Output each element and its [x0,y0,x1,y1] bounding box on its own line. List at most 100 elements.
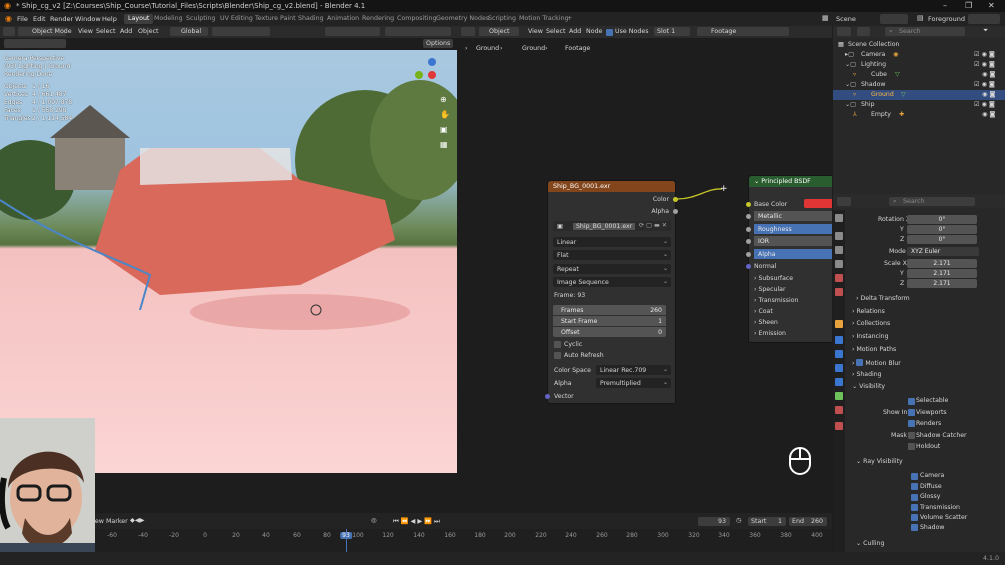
holdout-checkbox[interactable] [908,443,915,450]
menu-file[interactable]: File [17,15,28,23]
record-icon[interactable]: ◎ [371,517,377,524]
alpha-field[interactable]: Alpha [754,249,832,259]
ior-field[interactable]: IOR [754,236,832,246]
rotation-z-field[interactable]: 0° [907,235,977,244]
base-color-swatch[interactable] [804,199,832,208]
maximize-icon[interactable]: ❐ [965,1,972,10]
projection-dropdown[interactable]: Flat ⌄ [553,250,671,260]
viewports-checkbox[interactable] [908,409,915,416]
node-menu-node[interactable]: Node [586,28,602,35]
rotation-mode-dropdown[interactable]: XYZ Euler [907,247,979,256]
color-space-dropdown[interactable]: Linear Rec.709 ⌄ [596,365,671,375]
slot-selector[interactable]: Slot 1 [654,27,690,36]
panel-specular[interactable]: › Specular [754,286,786,293]
section-delta-transform[interactable]: › Delta Transform [856,295,910,302]
camera-view-icon[interactable]: ▣ [440,125,448,134]
view-layer-tab-icon[interactable] [835,260,843,268]
visibility-toggles[interactable]: ☑ ◉ ◙ [974,81,995,88]
interpolation-dropdown[interactable]: Linear ⌄ [553,237,671,247]
physics-tab-icon[interactable] [835,364,843,372]
scene-buttons[interactable] [880,14,908,24]
frames-field[interactable]: Frames 260 [553,305,666,315]
ray-camera-checkbox[interactable] [911,473,918,480]
input-normal-socket[interactable] [746,264,751,269]
node-menu-view[interactable]: View [528,28,543,35]
ray-shadow-checkbox[interactable] [911,524,918,531]
viewport-menu-select[interactable]: Select [96,28,115,35]
scene-selector[interactable]: Scene [836,15,856,23]
renders-checkbox[interactable] [908,420,915,427]
input-roughness-socket[interactable] [746,227,751,232]
pan-icon[interactable]: ✋ [440,110,450,119]
section-collections[interactable]: › Collections [852,320,890,327]
tab-layout[interactable]: Layout [124,14,154,24]
world-tab-icon[interactable] [835,288,843,296]
outliner-row-ground[interactable]: ▿ Ground ▽ ◉ ◙ [833,90,1005,100]
visibility-toggles[interactable]: ☑ ◉ ◙ [974,61,995,68]
cyclic-checkbox[interactable] [554,341,561,348]
visibility-toggles[interactable]: ◉ ◙ [982,91,995,98]
timeline-menu-marker[interactable]: Marker [106,518,128,525]
visibility-toggles[interactable]: ☑ ◉ ◙ [974,51,995,58]
section-ray-visibility[interactable]: ⌄ Ray Visibility [856,458,903,465]
ray-glossy-checkbox[interactable] [911,494,918,501]
section-shading[interactable]: › Shading [852,371,882,378]
outliner-type-icon[interactable] [837,27,851,36]
material-tab-icon[interactable] [835,406,843,414]
particles-tab-icon[interactable] [835,350,843,358]
gizmo-overlay-buttons[interactable] [325,27,380,36]
panel-transmission[interactable]: › Transmission [754,297,798,304]
playback-controls[interactable]: ⏮ ⏪ ◀ ▶ ⏩ ⏭ [393,517,440,526]
keyframe-nav-icons[interactable]: ◆◀▶ [130,517,145,524]
close-icon[interactable]: ✕ [988,1,995,10]
outliner-row-camera[interactable]: ▸▢ Camera ◉ ☑ ◉ ◙ [833,50,1005,60]
output-tab-icon[interactable] [835,246,843,254]
image-node-header[interactable]: Ship_BG_0001.exr [548,181,675,192]
end-frame-field[interactable]: End 260 [789,517,827,526]
node-canvas[interactable]: Ship_BG_0001.exr Color Alpha ▣ Ship_BG_0… [457,58,832,513]
display-mode-icon[interactable] [857,27,870,36]
view-layer-selector[interactable]: Foreground [928,15,965,23]
start-frame-field[interactable]: Start Frame 1 [553,316,666,326]
filter-icon[interactable]: ⏷ [983,27,988,35]
section-relations[interactable]: › Relations [852,308,885,315]
view-layer-buttons[interactable] [968,14,1000,24]
image-selector[interactable]: ▣ Ship_BG_0001.exr ⟳ ▢ ▬ ✕ [553,221,671,231]
breadcrumb-item-material[interactable]: Footage [565,45,590,52]
panel-coat[interactable]: › Coat [754,308,773,315]
section-motion-paths[interactable]: › Motion Paths [852,346,896,353]
alpha-mode-dropdown[interactable]: Premultiplied ⌄ [596,378,671,388]
image-texture-node[interactable]: Ship_BG_0001.exr Color Alpha ▣ Ship_BG_0… [545,180,678,404]
data-tab-icon[interactable] [835,392,843,400]
visibility-toggles[interactable]: ◉ ◙ [982,111,995,118]
panel-emission[interactable]: › Emission [754,330,786,337]
shadow-catcher-checkbox[interactable] [908,432,915,439]
clock-icon[interactable]: ◷ [736,517,742,524]
scene-tab-icon[interactable] [835,274,843,282]
outliner-row-shadow[interactable]: ⌄▢ Shadow ☑ ◉ ◙ [833,80,1005,90]
scale-z-field[interactable]: 2.171 [907,279,977,288]
viewport-menu-add[interactable]: Add [120,28,132,35]
panel-sheen[interactable]: › Sheen [754,319,778,326]
extension-dropdown[interactable]: Repeat ⌄ [553,264,671,274]
rotation-y-field[interactable]: 0° [907,225,977,234]
zoom-icon[interactable]: ⊕ [440,95,447,104]
panel-subsurface[interactable]: › Subsurface [754,275,793,282]
menu-window[interactable]: Window [75,15,101,23]
snapping-controls[interactable] [212,27,270,36]
selectable-checkbox[interactable] [908,398,915,405]
section-instancing[interactable]: › Instancing [852,333,889,340]
breadcrumb-item-mesh[interactable]: Ground [522,45,545,52]
auto-refresh-checkbox[interactable] [554,352,561,359]
input-vector-socket[interactable] [545,394,550,399]
mode-selector[interactable]: Object Mode [18,27,72,36]
principled-bsdf-node[interactable]: ⌄ Principled BSDF Base Color Metallic Ro… [746,175,832,343]
perspective-icon[interactable]: ▦ [440,140,448,149]
node-menu-select[interactable]: Select [546,28,565,35]
options-button[interactable]: Options [423,39,453,48]
minimize-icon[interactable]: – [943,1,947,10]
rotation-x-field[interactable]: 0° [907,215,977,224]
outliner-row-ship[interactable]: ⌄▢ Ship ☑ ◉ ◙ [833,100,1005,110]
ray-volume-scatter-checkbox[interactable] [911,514,918,521]
visibility-toggles[interactable]: ☑ ◉ ◙ [974,101,995,108]
